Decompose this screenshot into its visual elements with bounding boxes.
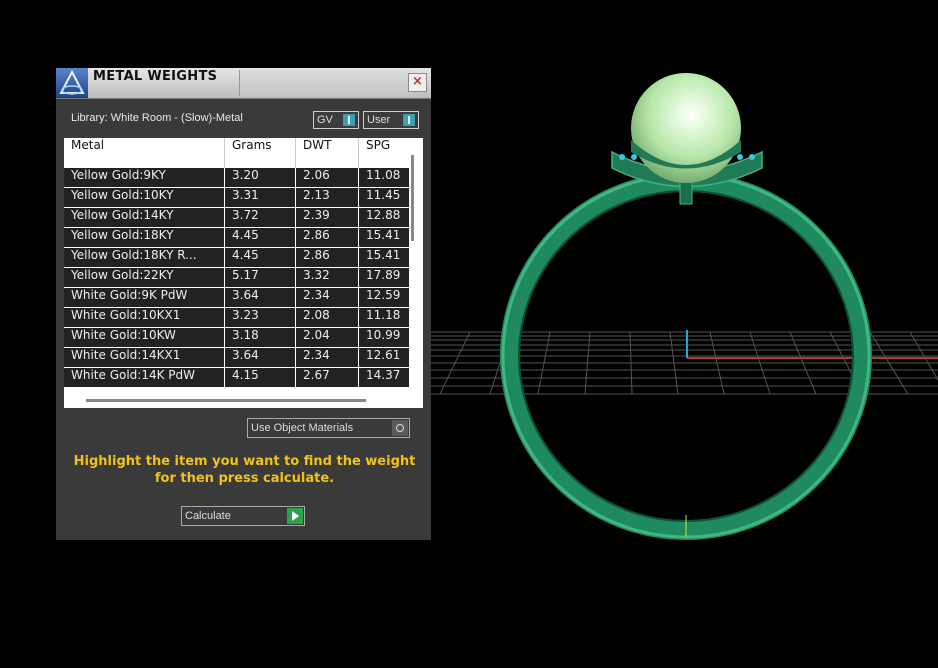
cell-dwt: 2.34 bbox=[296, 348, 358, 367]
cell-metal: White Gold:9K PdW bbox=[64, 288, 224, 307]
user-toggle-label: User bbox=[367, 114, 391, 126]
column-header-spg[interactable]: SPG bbox=[359, 138, 409, 168]
table-row[interactable]: Yellow Gold:18KY 4.45 2.86 15.41 bbox=[64, 228, 409, 248]
cell-dwt: 2.34 bbox=[296, 288, 358, 307]
cell-metal: Yellow Gold:14KY bbox=[64, 208, 224, 227]
cell-spg: 10.99 bbox=[359, 328, 409, 347]
gv-toggle[interactable]: GV bbox=[313, 111, 359, 129]
cell-grams: 3.64 bbox=[225, 288, 295, 307]
user-toggle[interactable]: User bbox=[363, 111, 419, 129]
cell-spg: 12.61 bbox=[359, 348, 409, 367]
toggle-icon bbox=[343, 114, 355, 126]
metal-weights-panel: METAL WEIGHTS × Library: White Room - (S… bbox=[56, 68, 431, 540]
use-object-materials-option[interactable]: Use Object Materials bbox=[247, 418, 410, 438]
cell-grams: 3.20 bbox=[225, 168, 295, 187]
table-row[interactable]: White Gold:14KX1 3.64 2.34 12.61 bbox=[64, 348, 409, 368]
cell-metal: Yellow Gold:18KY R... bbox=[64, 248, 224, 267]
use-object-materials-label: Use Object Materials bbox=[251, 422, 354, 434]
cell-spg: 11.18 bbox=[359, 308, 409, 327]
cell-grams: 4.45 bbox=[225, 248, 295, 267]
cell-spg: 12.88 bbox=[359, 208, 409, 227]
cell-spg: 12.59 bbox=[359, 288, 409, 307]
cell-grams: 3.64 bbox=[225, 348, 295, 367]
table-row[interactable]: White Gold:10KX1 3.23 2.08 11.18 bbox=[64, 308, 409, 328]
horizontal-scroll-track bbox=[64, 393, 423, 408]
cell-spg: 14.37 bbox=[359, 368, 409, 387]
table-row[interactable]: White Gold:9K PdW 3.64 2.34 12.59 bbox=[64, 288, 409, 308]
cell-dwt: 2.06 bbox=[296, 168, 358, 187]
table-row[interactable]: White Gold:14K PdW 4.15 2.67 14.37 bbox=[64, 368, 409, 388]
instruction-text: Highlight the item you want to find the … bbox=[73, 454, 416, 486]
cell-metal: Yellow Gold:10KY bbox=[64, 188, 224, 207]
cell-dwt: 2.08 bbox=[296, 308, 358, 327]
cell-metal: White Gold:10KW bbox=[64, 328, 224, 347]
panel-titlebar[interactable]: METAL WEIGHTS × bbox=[56, 68, 431, 99]
cell-spg: 15.41 bbox=[359, 248, 409, 267]
play-icon[interactable] bbox=[287, 508, 303, 524]
calculate-label: Calculate bbox=[185, 510, 231, 522]
cell-grams: 5.17 bbox=[225, 268, 295, 287]
column-header-dwt[interactable]: DWT bbox=[296, 138, 359, 168]
titlebar-tab-area bbox=[239, 70, 412, 96]
cell-grams: 3.18 bbox=[225, 328, 295, 347]
table-row[interactable]: Yellow Gold:22KY 5.17 3.32 17.89 bbox=[64, 268, 409, 288]
cell-grams: 3.23 bbox=[225, 308, 295, 327]
table-row[interactable]: White Gold:10KW 3.18 2.04 10.99 bbox=[64, 328, 409, 348]
table-row[interactable]: Yellow Gold:10KY 3.31 2.13 11.45 bbox=[64, 188, 409, 208]
cell-grams: 4.15 bbox=[225, 368, 295, 387]
table-row[interactable]: Yellow Gold:9KY 3.20 2.06 11.08 bbox=[64, 168, 409, 188]
cell-metal: White Gold:10KX1 bbox=[64, 308, 224, 327]
cell-grams: 3.31 bbox=[225, 188, 295, 207]
table-row[interactable]: Yellow Gold:18KY R... 4.45 2.86 15.41 bbox=[64, 248, 409, 268]
radio-icon[interactable] bbox=[392, 420, 408, 436]
app-logo-icon bbox=[56, 68, 88, 98]
cell-spg: 11.08 bbox=[359, 168, 409, 187]
cell-dwt: 2.86 bbox=[296, 248, 358, 267]
vertical-scrollbar[interactable] bbox=[411, 155, 414, 241]
panel-title: METAL WEIGHTS bbox=[93, 69, 218, 84]
cell-dwt: 2.39 bbox=[296, 208, 358, 227]
cell-metal: Yellow Gold:18KY bbox=[64, 228, 224, 247]
gv-toggle-label: GV bbox=[317, 114, 333, 126]
column-header-metal[interactable]: Metal bbox=[64, 138, 225, 168]
cell-dwt: 2.67 bbox=[296, 368, 358, 387]
close-icon[interactable]: × bbox=[408, 73, 427, 92]
table-row[interactable]: Yellow Gold:14KY 3.72 2.39 12.88 bbox=[64, 208, 409, 228]
cell-metal: Yellow Gold:22KY bbox=[64, 268, 224, 287]
table-header: Metal Grams DWT SPG bbox=[64, 138, 423, 168]
cell-grams: 4.45 bbox=[225, 228, 295, 247]
cell-grams: 3.72 bbox=[225, 208, 295, 227]
column-header-grams[interactable]: Grams bbox=[225, 138, 296, 168]
calculate-button[interactable]: Calculate bbox=[181, 506, 305, 526]
cell-spg: 15.41 bbox=[359, 228, 409, 247]
cell-dwt: 2.13 bbox=[296, 188, 358, 207]
cell-metal: White Gold:14KX1 bbox=[64, 348, 224, 367]
cell-metal: Yellow Gold:9KY bbox=[64, 168, 224, 187]
cell-dwt: 2.86 bbox=[296, 228, 358, 247]
table-body: Yellow Gold:9KY 3.20 2.06 11.08 Yellow Gold:… bbox=[64, 168, 409, 388]
metal-table: Metal Grams DWT SPG Yellow Gold:9KY 3.20 2… bbox=[64, 138, 423, 408]
horizontal-scrollbar[interactable] bbox=[86, 399, 366, 402]
cell-metal: White Gold:14K PdW bbox=[64, 368, 224, 387]
library-label: Library: White Room - (Slow)-Metal bbox=[71, 112, 243, 124]
cell-dwt: 3.32 bbox=[296, 268, 358, 287]
cell-spg: 11.45 bbox=[359, 188, 409, 207]
cell-spg: 17.89 bbox=[359, 268, 409, 287]
cell-dwt: 2.04 bbox=[296, 328, 358, 347]
toggle-icon bbox=[403, 114, 415, 126]
